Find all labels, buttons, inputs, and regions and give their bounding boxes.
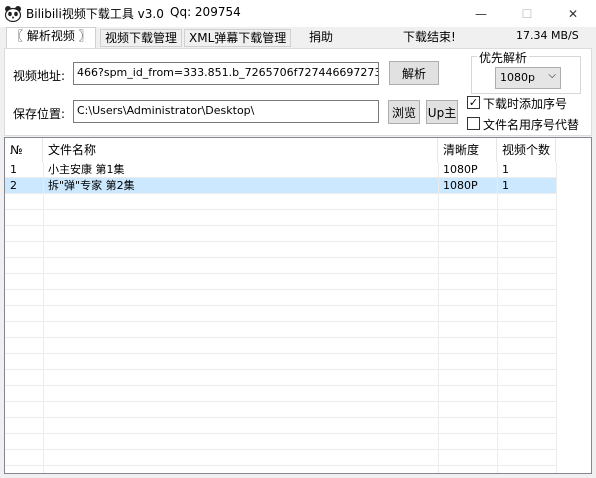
column-number[interactable]: № bbox=[5, 138, 43, 162]
browse-button[interactable]: 浏览 bbox=[388, 100, 420, 124]
row-video-count: 1 bbox=[502, 163, 509, 176]
close-button[interactable]: ✕ bbox=[550, 0, 596, 27]
tab-bar: 〖 解析视频 〗 视频下载管理 XML弹幕下载管理 捐助 下载结束! 17.34… bbox=[0, 27, 596, 49]
grid-line bbox=[5, 273, 556, 274]
grid-line bbox=[5, 241, 556, 242]
grid-line bbox=[5, 337, 556, 338]
video-list[interactable]: № 文件名称 清晰度 视频个数 1 小主安康 第1集 1080P 1 2 拆"弹… bbox=[4, 137, 592, 474]
tab-xml-danmaku-manager[interactable]: XML弹幕下载管理 bbox=[184, 29, 292, 47]
table-row[interactable]: 1 小主安康 第1集 1080P 1 bbox=[5, 162, 556, 178]
qq-label: Qq: 209754 bbox=[170, 5, 241, 19]
grid-line bbox=[5, 449, 556, 450]
grid-line bbox=[438, 162, 439, 473]
title-bar: Bilibili视频下载工具 v3.0 Qq: 209754 — ☐ ✕ bbox=[0, 0, 596, 27]
column-video-count[interactable]: 视频个数 bbox=[497, 138, 556, 162]
row-number: 2 bbox=[10, 179, 17, 192]
panda-icon bbox=[4, 6, 22, 22]
index-filename-label[interactable]: 文件名用序号代替 bbox=[483, 116, 579, 133]
grid-line bbox=[5, 305, 556, 306]
grid-line bbox=[5, 369, 556, 370]
tab-download-manager[interactable]: 视频下载管理 bbox=[100, 29, 183, 47]
grid-line bbox=[5, 353, 556, 354]
grid-line bbox=[5, 465, 556, 466]
column-filename[interactable]: 文件名称 bbox=[43, 138, 438, 162]
url-label: 视频地址: bbox=[13, 69, 66, 83]
grid-line bbox=[5, 209, 556, 210]
chevron-down-icon: ⌵ bbox=[548, 70, 556, 81]
maximize-button[interactable]: ☐ bbox=[504, 0, 550, 27]
parse-panel: 视频地址: 466?spm_id_from=333.851.b_7265706f… bbox=[4, 48, 592, 136]
row-quality: 1080P bbox=[443, 179, 478, 192]
add-index-label[interactable]: 下载时添加序号 bbox=[483, 95, 567, 112]
window-title: Bilibili视频下载工具 v3.0 bbox=[26, 7, 164, 21]
save-location-input[interactable]: C:\Users\Administrator\Desktop\ bbox=[73, 100, 379, 123]
grid-line bbox=[5, 385, 556, 386]
up-owner-button[interactable]: Up主 bbox=[426, 100, 458, 124]
grid-line bbox=[5, 433, 556, 434]
tab-donate[interactable]: 捐助 bbox=[305, 29, 337, 47]
grid-line bbox=[5, 177, 556, 178]
download-speed: 17.34 MB/S bbox=[516, 29, 579, 42]
column-quality[interactable]: 清晰度 bbox=[438, 138, 497, 162]
url-input[interactable]: 466?spm_id_from=333.851.b_7265706f727446… bbox=[73, 62, 379, 85]
grid-line bbox=[5, 225, 556, 226]
row-filename: 拆"弹"专家 第2集 bbox=[48, 179, 135, 192]
list-header: № 文件名称 清晰度 视频个数 bbox=[5, 138, 591, 162]
grid-line bbox=[497, 162, 498, 473]
priority-title: 优先解析 bbox=[477, 49, 530, 66]
row-number: 1 bbox=[10, 163, 17, 176]
add-index-checkbox[interactable]: ✓ bbox=[467, 96, 480, 109]
grid-line bbox=[5, 321, 556, 322]
grid-line bbox=[5, 289, 556, 290]
quality-select[interactable]: 1080p ⌵ bbox=[495, 67, 561, 89]
tab-parse-video[interactable]: 〖 解析视频 〗 bbox=[6, 27, 96, 48]
save-location-label: 保存位置: bbox=[13, 107, 66, 121]
index-filename-checkbox[interactable] bbox=[467, 117, 480, 130]
grid-line bbox=[5, 257, 556, 258]
download-status: 下载结束! bbox=[403, 30, 456, 44]
parse-button[interactable]: 解析 bbox=[389, 61, 439, 85]
minimize-button[interactable]: — bbox=[458, 0, 504, 27]
row-quality: 1080P bbox=[443, 163, 478, 176]
grid-line bbox=[5, 401, 556, 402]
table-row-selected[interactable]: 2 拆"弹"专家 第2集 1080P 1 bbox=[5, 178, 556, 194]
quality-select-value: 1080p bbox=[500, 71, 535, 84]
row-video-count: 1 bbox=[502, 179, 509, 192]
grid-line bbox=[556, 162, 557, 473]
grid-line bbox=[5, 193, 556, 194]
row-filename: 小主安康 第1集 bbox=[48, 163, 125, 176]
grid-line bbox=[43, 162, 44, 473]
grid-line bbox=[5, 417, 556, 418]
